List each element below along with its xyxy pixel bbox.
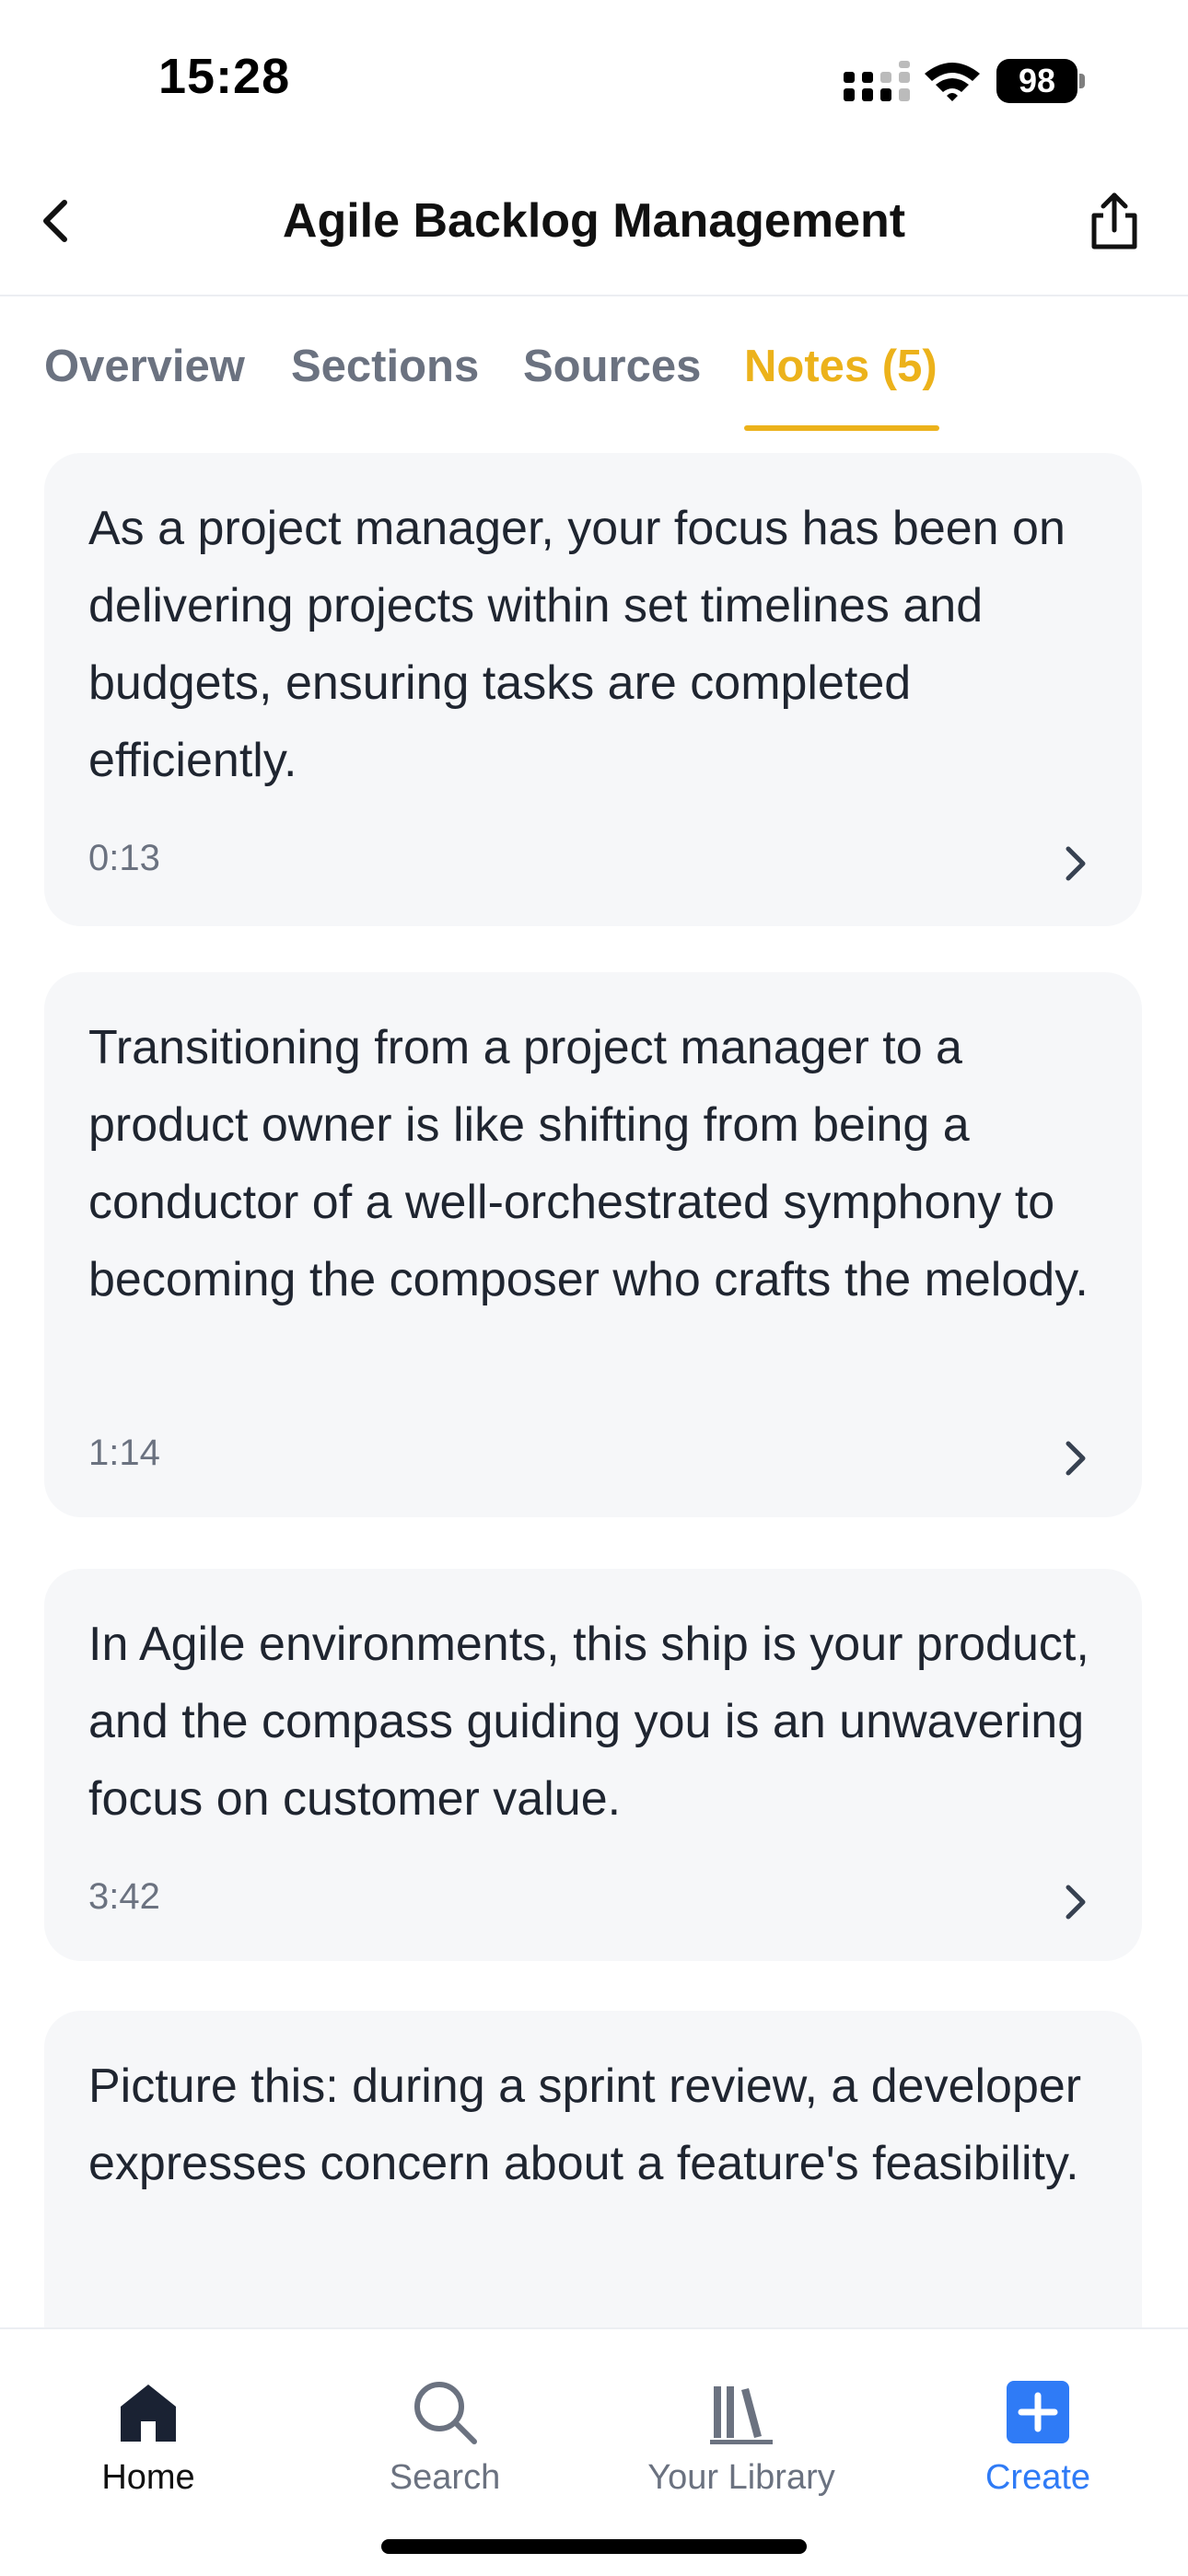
library-icon bbox=[710, 2386, 773, 2444]
note-timestamp: 0:13 bbox=[88, 838, 160, 878]
home-indicator bbox=[381, 2539, 807, 2554]
page-title: Agile Backlog Management bbox=[282, 194, 906, 248]
battery-level: 98 bbox=[996, 59, 1077, 103]
note-card[interactable]: In Agile environments, this ship is your… bbox=[44, 1569, 1142, 1961]
tabbar-library-label: Your Library bbox=[647, 2458, 835, 2497]
note-card[interactable]: Transitioning from a project manager to … bbox=[44, 972, 1142, 1517]
home-icon bbox=[121, 2385, 176, 2442]
tabbar-search[interactable]: Search bbox=[297, 2329, 593, 2513]
tab-sections[interactable]: Sections bbox=[291, 341, 479, 392]
wifi-icon bbox=[925, 63, 980, 101]
search-icon bbox=[414, 2382, 477, 2444]
plus-icon bbox=[1007, 2381, 1069, 2443]
note-text: Transitioning from a project manager to … bbox=[88, 1021, 1089, 1306]
note-text: As a project manager, your focus has bee… bbox=[88, 502, 1066, 787]
tab-sources[interactable]: Sources bbox=[523, 341, 701, 392]
tabbar-home[interactable]: Home bbox=[0, 2329, 297, 2513]
tab-notes[interactable]: Notes (5) bbox=[744, 341, 938, 392]
tabbar-home-label: Home bbox=[101, 2458, 195, 2497]
battery-cap bbox=[1079, 74, 1085, 88]
note-text: In Agile environments, this ship is your… bbox=[88, 1618, 1089, 1826]
chevron-right-icon[interactable] bbox=[1057, 1436, 1094, 1480]
note-text: Picture this: during a sprint review, a … bbox=[88, 2060, 1082, 2190]
tabbar-library[interactable]: Your Library bbox=[593, 2329, 890, 2513]
note-card[interactable]: Picture this: during a sprint review, a … bbox=[44, 2011, 1142, 2379]
tabbar-create-label: Create bbox=[984, 2458, 1091, 2497]
note-card[interactable]: As a project manager, your focus has bee… bbox=[44, 453, 1142, 926]
note-timestamp: 1:14 bbox=[88, 1433, 160, 1473]
back-icon[interactable] bbox=[22, 184, 96, 258]
tabbar-create[interactable]: Create bbox=[890, 2329, 1186, 2513]
status-time: 15:28 bbox=[158, 49, 291, 104]
active-tab-indicator bbox=[744, 425, 939, 431]
chevron-right-icon[interactable] bbox=[1057, 841, 1094, 886]
share-icon[interactable] bbox=[1077, 184, 1151, 258]
tabbar-search-label: Search bbox=[389, 2458, 501, 2497]
status-bar: 15:28 98 bbox=[0, 0, 1188, 157]
battery-icon: 98 bbox=[996, 59, 1085, 103]
chevron-right-icon[interactable] bbox=[1057, 1880, 1094, 1924]
signal-icon bbox=[844, 61, 910, 101]
tab-overview[interactable]: Overview bbox=[44, 341, 245, 392]
nav-header: Agile Backlog Management bbox=[0, 157, 1188, 296]
note-timestamp: 3:42 bbox=[88, 1876, 160, 1917]
